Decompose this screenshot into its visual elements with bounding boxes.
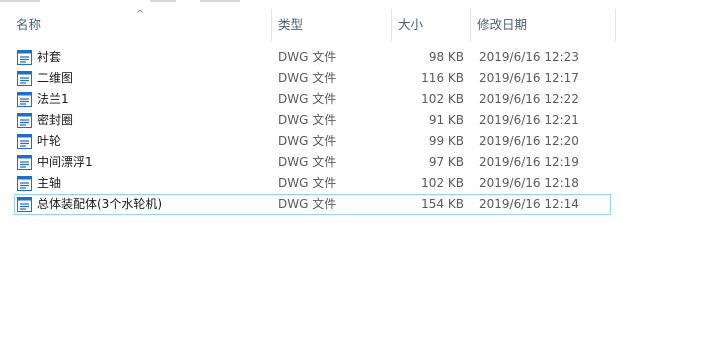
file-size: 99 KB: [428, 134, 464, 148]
file-modified-date: 2019/6/16 12:21: [479, 113, 579, 127]
file-name: 叶轮: [37, 134, 62, 148]
file-type: DWG 文件: [278, 155, 337, 169]
file-modified-date: 2019/6/16 12:19: [479, 155, 579, 169]
column-divider[interactable]: [615, 9, 616, 41]
file-modified-date: 2019/6/16 12:18: [479, 176, 579, 190]
file-row[interactable]: 二维图 DWG 文件 116 KB 2019/6/16 12:17: [14, 68, 611, 89]
file-row[interactable]: 叶轮 DWG 文件 99 KB 2019/6/16 12:20: [14, 131, 611, 152]
file-row[interactable]: 衬套 DWG 文件 98 KB 2019/6/16 12:23: [14, 47, 611, 68]
dwg-file-icon: [17, 155, 32, 170]
file-row-selected[interactable]: 总体装配体(3个水轮机) DWG 文件 154 KB 2019/6/16 12:…: [14, 194, 611, 215]
dwg-file-icon: [17, 92, 32, 107]
file-name: 中间漂浮1: [37, 155, 93, 169]
file-type: DWG 文件: [278, 92, 337, 106]
file-row[interactable]: 法兰1 DWG 文件 102 KB 2019/6/16 12:22: [14, 89, 611, 110]
file-modified-date: 2019/6/16 12:14: [479, 197, 579, 211]
file-size: 98 KB: [428, 50, 464, 64]
file-name: 总体装配体(3个水轮机): [37, 197, 162, 211]
file-type: DWG 文件: [278, 113, 337, 127]
file-row[interactable]: 中间漂浮1 DWG 文件 97 KB 2019/6/16 12:19: [14, 152, 611, 173]
file-type: DWG 文件: [278, 176, 337, 190]
truncated-path-strip: [0, 0, 722, 4]
file-modified-date: 2019/6/16 12:23: [479, 50, 579, 64]
dwg-file-icon: [17, 134, 32, 149]
file-size: 102 KB: [421, 176, 464, 190]
file-size: 154 KB: [421, 197, 464, 211]
file-modified-date: 2019/6/16 12:22: [479, 92, 579, 106]
file-modified-date: 2019/6/16 12:20: [479, 134, 579, 148]
dwg-file-icon: [17, 71, 32, 86]
dwg-file-icon: [17, 176, 32, 191]
file-type: DWG 文件: [278, 134, 337, 148]
dwg-file-icon: [17, 113, 32, 128]
file-type: DWG 文件: [278, 50, 337, 64]
file-type: DWG 文件: [278, 71, 337, 85]
file-row[interactable]: 密封圈 DWG 文件 91 KB 2019/6/16 12:21: [14, 110, 611, 131]
column-header-name[interactable]: 名称: [10, 9, 271, 41]
file-name: 二维图: [37, 71, 74, 85]
file-size: 102 KB: [421, 92, 464, 106]
column-header-bar: ^ 名称 类型 大小 修改日期: [0, 9, 722, 41]
column-header-type[interactable]: 类型: [272, 9, 391, 41]
dwg-file-icon: [17, 197, 32, 212]
file-size: 116 KB: [421, 71, 464, 85]
file-name: 法兰1: [37, 92, 69, 106]
file-size: 91 KB: [428, 113, 464, 127]
column-header-size[interactable]: 大小: [392, 9, 470, 41]
column-header-modified[interactable]: 修改日期: [471, 9, 615, 41]
file-modified-date: 2019/6/16 12:17: [479, 71, 579, 85]
file-row[interactable]: 主轴 DWG 文件 102 KB 2019/6/16 12:18: [14, 173, 611, 194]
file-size: 97 KB: [428, 155, 464, 169]
dwg-file-icon: [17, 50, 32, 65]
file-name: 衬套: [37, 50, 62, 64]
file-name: 密封圈: [37, 113, 74, 127]
file-type: DWG 文件: [278, 197, 337, 211]
file-name: 主轴: [37, 176, 62, 190]
